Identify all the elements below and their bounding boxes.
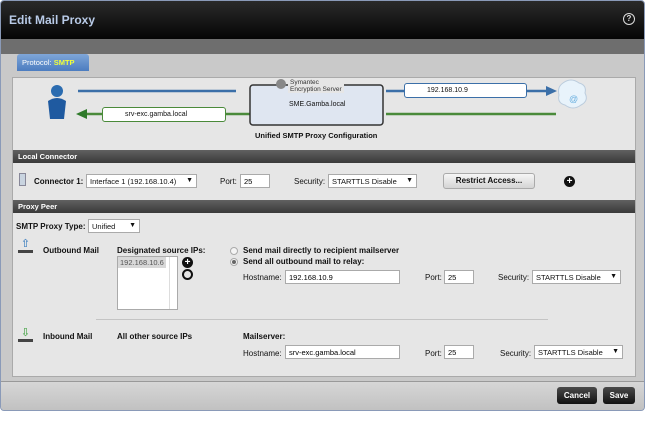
radio-send-relay[interactable]	[230, 258, 238, 266]
add-ip-icon[interactable]: +	[182, 257, 193, 268]
proxy-diagram	[48, 79, 587, 126]
cancel-button[interactable]: Cancel	[557, 387, 597, 404]
connector-port-input[interactable]	[240, 174, 270, 188]
outbound-arrow	[546, 86, 557, 96]
inbound-mail-label: Inbound Mail	[43, 332, 93, 341]
edit-mail-proxy-dialog: Edit Mail Proxy ? Protocol: SMTP Symante…	[0, 0, 645, 411]
restrict-access-button[interactable]: Restrict Access...	[443, 173, 535, 189]
connector-icon	[19, 173, 26, 186]
send-direct-label: Send mail directly to recipient mailserv…	[243, 246, 400, 255]
at-sign-icon: @	[569, 94, 579, 104]
security-value: STARTTLS Disable	[332, 177, 397, 186]
mailserver-hostname-input[interactable]	[285, 345, 400, 359]
relay-hostname-input[interactable]	[285, 270, 400, 284]
save-button[interactable]: Save	[603, 387, 635, 404]
connector-security-select[interactable]: STARTTLS Disable ▼	[328, 174, 417, 188]
mailserver-security-value: STARTTLS Disable	[538, 348, 603, 357]
scrollbar[interactable]	[169, 257, 177, 309]
source-ip-item[interactable]: 192.168.10.6	[118, 257, 166, 268]
other-sources-label: All other source IPs	[117, 332, 193, 341]
relay-security-value: STARTTLS Disable	[536, 273, 601, 282]
server-name: SME.Gamba.local	[289, 101, 346, 108]
chevron-down-icon: ▼	[129, 222, 136, 229]
server-product: Encryption Server	[290, 86, 342, 93]
outbound-mail-label: Outbound Mail	[43, 246, 99, 255]
chevron-down-icon: ▼	[186, 177, 193, 184]
relay-security-select[interactable]: STARTTLS Disable ▼	[532, 270, 621, 284]
inbound-arrow	[76, 109, 87, 119]
local-connector-header: Local Connector	[13, 150, 635, 163]
proxy-type-label: SMTP Proxy Type:	[16, 222, 86, 231]
mailserver-port-input[interactable]	[444, 345, 474, 359]
server-brand: Symantec	[290, 79, 319, 86]
inbound-mail-icon: ⇩	[18, 328, 33, 342]
mailserver-host-box: srv-exc.gamba.local	[102, 107, 226, 122]
port-label: Port:	[220, 177, 237, 186]
radio-send-direct[interactable]	[230, 247, 238, 255]
interface-select[interactable]: Interface 1 (192.168.10.4) ▼	[86, 174, 197, 188]
relay-port-label: Port:	[425, 273, 442, 282]
source-ips-list[interactable]: 192.168.10.6	[117, 256, 178, 310]
chevron-down-icon: ▼	[612, 348, 619, 355]
user-icon	[48, 85, 66, 119]
add-connector-icon[interactable]: +	[564, 176, 575, 187]
mailserver-label: Mailserver:	[243, 332, 286, 341]
chevron-down-icon: ▼	[610, 273, 617, 280]
mailserver-security-select[interactable]: STARTTLS Disable ▼	[534, 345, 623, 359]
proxy-type-select[interactable]: Unified ▼	[88, 219, 140, 233]
remove-ip-icon[interactable]	[182, 269, 193, 280]
symantec-logo-icon	[276, 79, 286, 89]
proxy-type-value: Unified	[92, 222, 116, 231]
relay-port-input[interactable]	[444, 270, 474, 284]
mailserver-security-label: Security:	[500, 349, 532, 358]
designated-ips-label: Designated source IPs:	[117, 246, 206, 255]
send-relay-label: Send all outbound mail to relay:	[243, 257, 365, 266]
diagram-caption: Unified SMTP Proxy Configuration	[255, 131, 378, 140]
proxy-peer-header: Proxy Peer	[13, 200, 635, 213]
relay-host-box: 192.168.10.9	[404, 83, 527, 98]
relay-hostname-label: Hostname:	[243, 273, 282, 282]
divider	[96, 319, 548, 320]
interface-value: Interface 1 (192.168.10.4)	[90, 177, 177, 186]
mailserver-hostname-label: Hostname:	[243, 349, 282, 358]
dialog-footer	[1, 381, 644, 410]
mailserver-port-label: Port:	[425, 349, 442, 358]
relay-security-label: Security:	[498, 273, 530, 282]
connector-label: Connector 1:	[34, 177, 84, 186]
outbound-mail-icon: ⇧	[18, 239, 33, 253]
security-label: Security:	[294, 177, 326, 186]
chevron-down-icon: ▼	[406, 177, 413, 184]
